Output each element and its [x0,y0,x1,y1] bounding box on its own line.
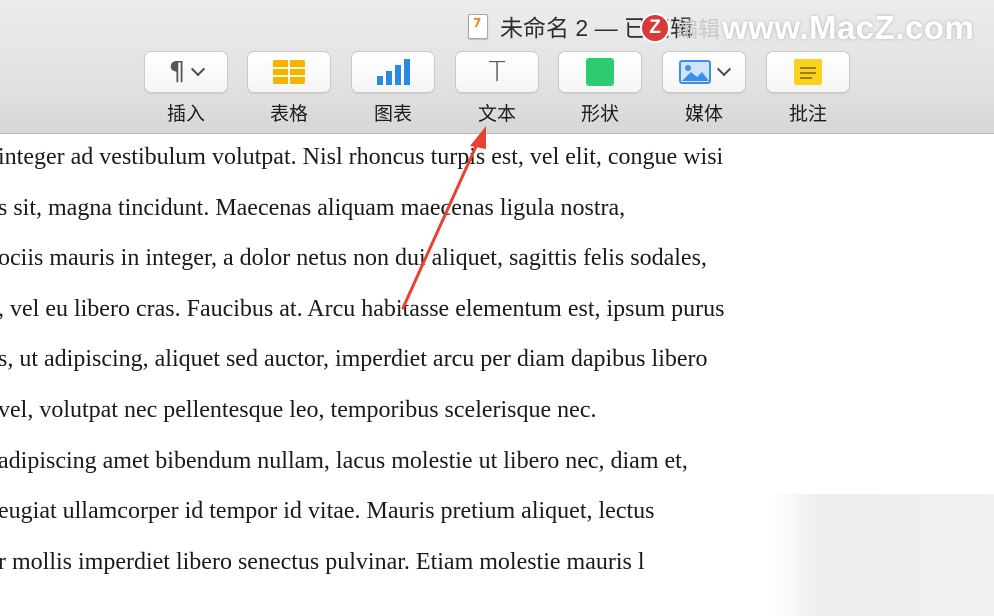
media-icon [679,60,711,84]
watermark-faded-text: 编辑 [676,17,721,42]
toolbar: 7 未命名 2 — 已编辑 Z 编辑 www.MacZ.com ¶ 插入 表格 … [0,0,994,134]
table-label: 表格 [269,104,308,125]
toolbar-item-text: T 文本 [455,51,539,126]
document-line: , vel eu libero cras. Faucibus at. Arcu … [0,296,725,322]
text-icon: T [488,55,506,88]
media-button[interactable] [662,51,746,93]
toolbar-item-table: 表格 [247,51,331,126]
text-label: 文本 [477,104,516,125]
document-icon-glyph: 7 [473,15,482,30]
document-line: integer ad vestibulum volutpat. Nisl rho… [0,144,724,170]
toolbar-item-insert: ¶ 插入 [144,51,228,126]
chevron-down-icon [716,62,732,77]
watermark-badge: Z [640,13,670,43]
chevron-down-icon [191,62,206,77]
paragraph-icon: ¶ [168,57,186,87]
watermark: Z 编辑 www.MacZ.com [640,8,974,48]
shape-icon [586,58,614,86]
comment-button[interactable] [766,51,850,93]
comment-icon [794,59,822,85]
watermark-text: www.MacZ.com [722,9,975,46]
document-line: s sit, magna tincidunt. Maecenas aliquam… [0,195,626,221]
document-line: ociis mauris in integer, a dolor netus n… [0,245,707,271]
chart-icon [377,59,410,85]
screenshot-frame: 7 未命名 2 — 已编辑 Z 编辑 www.MacZ.com ¶ 插入 表格 … [0,0,994,616]
chart-label: 图表 [373,104,412,125]
media-label: 媒体 [684,104,723,125]
comment-label: 批注 [788,104,827,125]
blurred-region [770,494,994,616]
shape-button[interactable] [558,51,642,93]
toolbar-item-shape: 形状 [558,51,642,126]
toolbar-item-media: 媒体 [662,51,746,126]
shape-label: 形状 [580,104,619,125]
insert-button[interactable]: ¶ [144,51,228,93]
toolbar-item-comment: 批注 [766,51,850,126]
document-line: adipiscing amet bibendum nullam, lacus m… [0,448,688,474]
table-icon [273,60,305,84]
document-icon: 7 [468,13,488,39]
document-line: vel, volutpat nec pellentesque leo, temp… [0,397,597,423]
chart-button[interactable] [351,51,435,93]
insert-label: 插入 [166,104,205,125]
toolbar-item-chart: 图表 [351,51,435,126]
document-body[interactable]: integer ad vestibulum volutpat. Nisl rho… [0,134,994,616]
document-line: eugiat ullamcorper id tempor id vitae. M… [0,498,655,524]
text-button[interactable]: T [455,51,539,93]
document-line: s, ut adipiscing, aliquet sed auctor, im… [0,346,708,372]
document-line: r mollis imperdiet libero senectus pulvi… [0,549,645,575]
table-button[interactable] [247,51,331,93]
